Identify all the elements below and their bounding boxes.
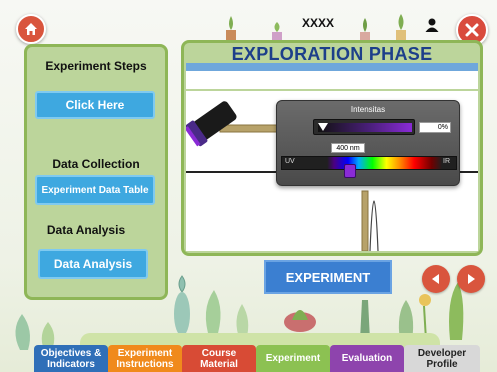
click-here-button[interactable]: Click Here: [35, 91, 155, 119]
tab-course-material[interactable]: Course Material: [182, 345, 256, 372]
tab-evaluation[interactable]: Evaluation: [330, 345, 404, 372]
phase-header-area: [186, 71, 478, 89]
tab-label: Experiment Instructions: [116, 347, 174, 370]
intensity-label: Intensitas: [350, 105, 386, 114]
next-button[interactable]: [457, 265, 485, 293]
tab-label: Course Material: [200, 347, 238, 370]
tab-label: Objectives & Indicators: [40, 347, 102, 370]
chevron-left-icon: [432, 274, 439, 284]
wavelength-slider-handle[interactable]: [344, 164, 356, 178]
phase-title-bar: [186, 63, 478, 71]
spectrum-uv-label: UV: [285, 158, 295, 165]
data-analysis-button[interactable]: Data Analysis: [38, 249, 148, 279]
intensity-slider[interactable]: [313, 119, 415, 135]
close-icon: [465, 23, 479, 37]
tab-experiment-instructions[interactable]: Experiment Instructions: [108, 345, 182, 372]
tab-label: Evaluation: [341, 353, 393, 364]
plant-decoration-left: [15, 314, 55, 350]
intensity-value[interactable]: 0%: [419, 122, 451, 133]
data-collection-heading: Data Collection: [52, 157, 140, 171]
home-button[interactable]: [16, 14, 46, 44]
user-name: XXXX: [301, 16, 334, 30]
tab-objectives-indicators[interactable]: Objectives & Indicators: [34, 345, 108, 372]
tab-experiment[interactable]: Experiment: [256, 345, 330, 372]
experiment-steps-heading: Experiment Steps: [45, 59, 147, 73]
phase-title: EXPLORATION PHASE: [231, 44, 433, 64]
tab-developer-profile[interactable]: Developer Profile: [404, 345, 480, 372]
user-button[interactable]: [420, 14, 444, 36]
experiment-button[interactable]: EXPERIMENT: [264, 260, 392, 294]
previous-button[interactable]: [422, 265, 450, 293]
home-icon: [25, 23, 37, 35]
user-icon: [425, 18, 439, 32]
left-panel: Experiment Steps Click Here Data Collect…: [24, 44, 168, 300]
tab-label: Experiment: [265, 353, 321, 364]
chevron-right-icon: [468, 274, 475, 284]
data-analysis-heading: Data Analysis: [46, 223, 126, 237]
wavelength-value[interactable]: 400 nm: [331, 143, 365, 153]
spectrum-ir-label: IR: [443, 158, 450, 165]
tab-label: Developer Profile: [417, 347, 467, 370]
intensity-slider-track: [318, 123, 412, 132]
experiment-data-table-button[interactable]: Experiment Data Table: [35, 175, 155, 205]
light-control-box: Intensitas 0% 400 nm UV IR: [276, 100, 460, 186]
intensity-slider-handle-icon[interactable]: [318, 123, 328, 131]
wavelength-spectrum-slider[interactable]: [281, 156, 457, 170]
